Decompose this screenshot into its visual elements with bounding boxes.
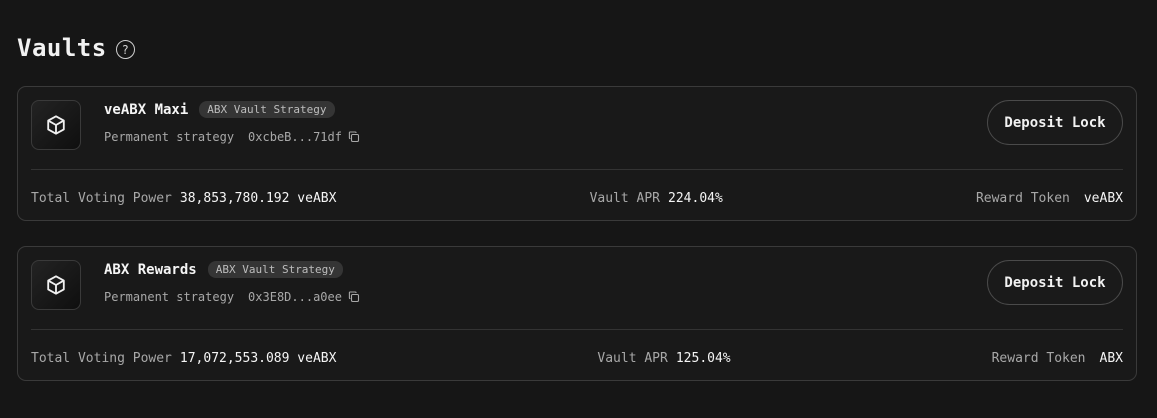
vault-sub-line: Permanent strategy 0x3E8D...a0ee [104,290,360,304]
vault-sub-line: Permanent strategy 0xcbeB...71df [104,130,360,144]
vault-apr-label: Vault APR [589,191,661,206]
total-voting-power-label: Total Voting Power [31,191,172,206]
vault-apr-label: Vault APR [597,351,668,366]
reward-token: Reward Token ABX [992,351,1123,366]
vault-address: 0xcbeB...71df [248,130,360,144]
vault-apr-value: 125.04% [675,351,731,366]
help-icon[interactable]: ? [115,40,135,59]
reward-token: Reward Token veABX [976,191,1123,206]
total-voting-power-label: Total Voting Power [31,351,172,366]
strategy-type: Permanent strategy [104,290,235,304]
deposit-lock-button[interactable]: Deposit Lock [987,260,1123,305]
vault-address: 0x3E8D...a0ee [248,290,360,304]
vault-stats: Total Voting Power 17,072,553.089 veABX … [31,351,1123,366]
strategy-type: Permanent strategy [104,130,235,144]
copy-icon[interactable] [348,131,360,143]
total-voting-power: Total Voting Power 17,072,553.089 veABX [31,351,336,366]
vault-name: veABX Maxi [104,101,189,118]
vault-name-row: veABX Maxi ABX Vault Strategy [104,101,335,118]
cube-icon [31,100,81,150]
vault-apr-value: 224.04% [668,191,723,206]
strategy-badge: ABX Vault Strategy [207,261,343,278]
strategy-badge: ABX Vault Strategy [199,101,335,118]
vault-name-row: ABX Rewards ABX Vault Strategy [104,261,343,278]
vault-card: ABX Rewards ABX Vault Strategy Permanent… [17,246,1137,381]
copy-icon[interactable] [348,291,360,303]
reward-token-value: ABX [1099,351,1123,366]
total-voting-power: Total Voting Power 38,853,780.192 veABX [31,191,336,206]
vault-stats: Total Voting Power 38,853,780.192 veABX … [31,191,1123,206]
address-text: 0x3E8D...a0ee [248,290,342,304]
reward-token-label: Reward Token [991,351,1086,366]
vaults-header: Vaults ? [17,34,135,62]
page-title: Vaults [17,34,107,62]
total-voting-power-value: 17,072,553.089 veABX [179,351,337,366]
card-divider [31,329,1123,330]
reward-token-value: veABX [1083,191,1123,206]
deposit-lock-button[interactable]: Deposit Lock [987,100,1123,145]
address-text: 0xcbeB...71df [248,130,342,144]
vault-name: ABX Rewards [104,261,197,278]
total-voting-power-value: 38,853,780.192 veABX [179,191,337,206]
vault-apr: Vault APR 224.04% [590,191,723,206]
card-divider [31,169,1123,170]
reward-token-label: Reward Token [975,191,1070,206]
vault-apr: Vault APR 125.04% [597,351,730,366]
cube-icon [31,260,81,310]
vault-card: veABX Maxi ABX Vault Strategy Permanent … [17,86,1137,221]
vaults-page: Vaults ? veABX Maxi ABX Vault Strategy P… [0,0,1157,418]
